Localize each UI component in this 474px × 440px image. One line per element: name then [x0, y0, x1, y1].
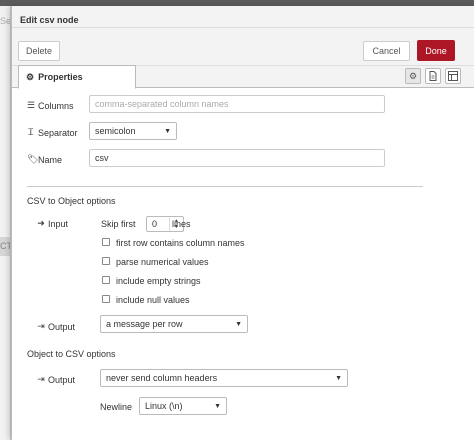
- separator-label-text: Separator: [38, 127, 78, 138]
- name-label-text: Name: [38, 154, 63, 165]
- chevron-down-icon: ▼: [335, 374, 342, 382]
- tray-title: Edit csv node: [20, 15, 79, 25]
- include-empty-label: include empty strings: [116, 276, 201, 286]
- chevron-down-icon: ▼: [214, 402, 221, 410]
- separator-select-value: semicolon: [95, 126, 136, 136]
- lines-label: lines: [172, 219, 191, 229]
- include-empty-checkbox[interactable]: [102, 276, 110, 284]
- column-headers-select[interactable]: never send column headers ▼: [100, 369, 348, 387]
- done-button[interactable]: Done: [417, 40, 455, 61]
- chevron-down-icon: ▼: [235, 320, 242, 328]
- sign-in-icon: ➜: [37, 218, 45, 228]
- tab-properties-label: Properties: [38, 72, 83, 82]
- appearance-tab-icon[interactable]: [445, 68, 461, 84]
- input-label: ➜ Input: [37, 218, 68, 229]
- columns-label-text: Columns: [38, 100, 74, 111]
- gear-icon: ⚙: [26, 71, 35, 82]
- chevron-down-icon: ▼: [164, 127, 171, 135]
- tray-header: [12, 6, 474, 28]
- object-to-csv-title: Object to CSV options: [27, 349, 116, 359]
- newline-select[interactable]: Linux (\n) ▼: [139, 397, 227, 415]
- columns-input[interactable]: comma-separated column names: [89, 95, 385, 113]
- csv-to-object-title: CSV to Object options: [27, 196, 116, 206]
- tag-icon: 🏷: [27, 154, 39, 164]
- output-mode-select[interactable]: a message per row ▼: [100, 315, 248, 333]
- column-headers-value: never send column headers: [106, 373, 218, 383]
- skip-lines-value: 0: [152, 219, 158, 229]
- edit-tray: Edit csv node Delete Cancel Done ⚙ Prope…: [11, 6, 474, 440]
- include-null-checkbox[interactable]: [102, 295, 110, 303]
- cancel-button[interactable]: Cancel: [363, 41, 410, 61]
- separator-label: Ꮖ Separator: [27, 127, 78, 138]
- newline-label: Newline: [100, 402, 133, 412]
- sign-out-icon: ⇥: [37, 321, 45, 331]
- first-row-names-label: first row contains column names: [116, 238, 245, 248]
- name-input[interactable]: csv: [89, 149, 385, 167]
- first-row-names-checkbox[interactable]: [102, 238, 110, 246]
- settings-tab-gear-icon[interactable]: ⚙: [405, 68, 421, 84]
- parse-numerical-label: parse numerical values: [116, 257, 209, 267]
- tab-properties[interactable]: ⚙ Properties: [18, 65, 136, 89]
- csv-output-label-text: Output: [48, 374, 76, 385]
- sign-out-icon: ⇥: [37, 374, 45, 384]
- description-tab-file-icon[interactable]: [425, 68, 441, 84]
- include-null-label: include null values: [116, 295, 190, 305]
- workspace-background: Se CT: [0, 6, 11, 440]
- csv-output-label: ⇥ Output: [37, 374, 75, 385]
- output-mode-value: a message per row: [106, 319, 183, 329]
- text-cursor-icon: Ꮖ: [28, 127, 34, 137]
- skip-first-label: Skip first: [101, 219, 136, 229]
- list-icon: ☰: [27, 100, 36, 110]
- workspace-node-fragment: CT: [0, 237, 10, 256]
- output-label: ⇥ Output: [37, 321, 75, 332]
- newline-value: Linux (\n): [145, 401, 183, 411]
- section-divider: [27, 186, 423, 187]
- workspace-text-fragment: Se: [0, 16, 11, 26]
- columns-label: ☰ Columns: [27, 100, 74, 111]
- separator-select[interactable]: semicolon ▼: [89, 122, 177, 140]
- output-label-text: Output: [48, 321, 76, 332]
- input-label-text: Input: [48, 218, 69, 229]
- delete-button[interactable]: Delete: [18, 41, 60, 61]
- parse-numerical-checkbox[interactable]: [102, 257, 110, 265]
- name-label: 🏷 Name: [27, 154, 62, 165]
